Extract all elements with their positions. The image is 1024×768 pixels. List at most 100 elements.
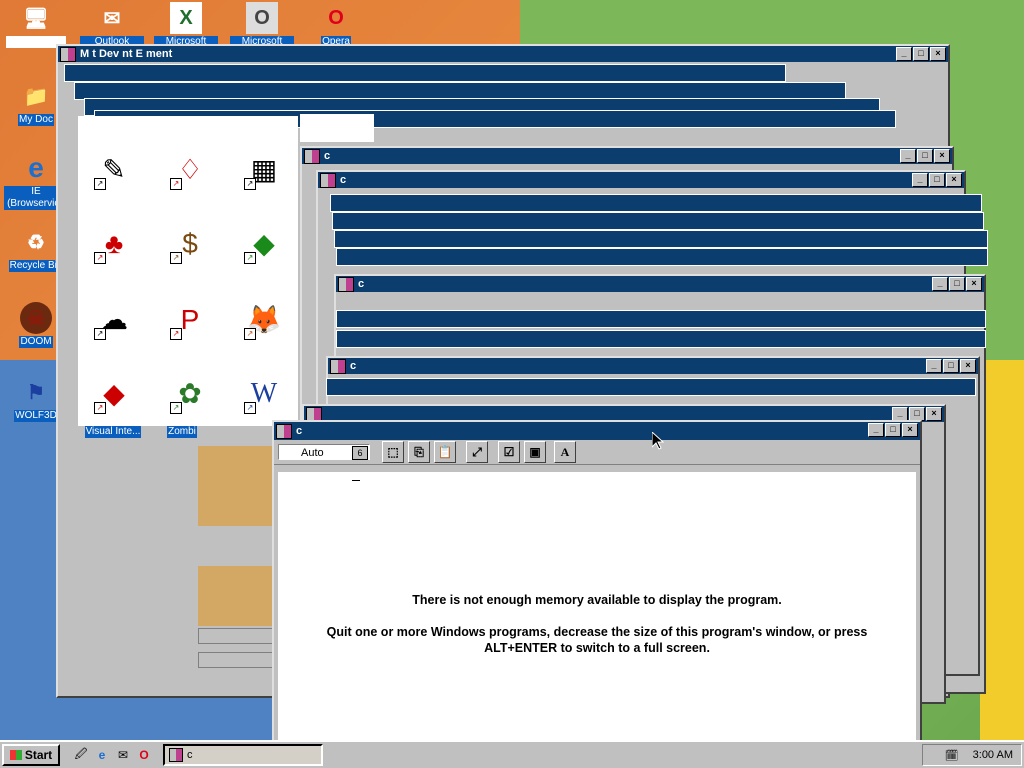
money-bag-shortcut-icon[interactable]: $ ↗ <box>170 224 210 264</box>
taskbar-button-label: c <box>187 749 193 761</box>
message-line-2: Quit one or more Windows programs, decre… <box>326 625 868 655</box>
stacked-window-titlebar[interactable] <box>336 310 986 328</box>
taskbar: Start 🖉 e ✉ O c 🗓 3:00 AM <box>0 740 1024 768</box>
properties-icon[interactable]: ☑ <box>498 441 520 463</box>
window-title: c <box>350 360 357 372</box>
notepad-shortcut-icon[interactable]: ✎ ↗ <box>94 150 134 190</box>
panel <box>198 566 274 626</box>
maximize-button[interactable]: □ <box>943 359 959 373</box>
maximize-button[interactable]: □ <box>913 47 929 61</box>
dos-toolbar: Auto 6 ⬚ ⎘ 📋 ⤢ ☑ ▣ A <box>274 440 920 465</box>
minimize-button[interactable]: _ <box>932 277 948 291</box>
stacked-window-titlebar[interactable] <box>332 212 984 230</box>
dos-window-titlebar[interactable]: c _ □ × <box>274 422 920 440</box>
fox-shortcut-icon[interactable]: 🦊 ↗ <box>244 300 284 340</box>
desktop-icon-opera[interactable]: O Opera <box>304 2 368 48</box>
app-shortcut-icon[interactable]: ☁ ↗ <box>94 300 134 340</box>
stacked-window-titlebar[interactable] <box>334 230 988 248</box>
shortcut-arrow-icon: ↗ <box>94 328 106 340</box>
desktop-icon-label: My Doc <box>18 114 54 126</box>
shortcut-arrow-icon: ↗ <box>170 402 182 414</box>
dropdown-arrow-icon[interactable]: 6 <box>352 446 368 460</box>
app-shortcut-icon[interactable]: ◆ ↗ <box>244 224 284 264</box>
horizontal-scrollbar[interactable] <box>198 652 276 668</box>
memory-warning-message: There is not enough memory available to … <box>298 592 896 656</box>
opera-icon[interactable]: O <box>135 746 153 764</box>
desktop-icon-label: DOOM <box>19 336 53 348</box>
app-shortcut-icon[interactable]: ▦ ↗ <box>244 150 284 190</box>
maximize-button[interactable]: □ <box>909 407 925 421</box>
start-button[interactable]: Start <box>2 744 60 766</box>
close-button[interactable]: × <box>930 47 946 61</box>
app-shortcut-icon[interactable]: ♢ ↗ <box>170 150 210 190</box>
close-button[interactable]: × <box>946 173 962 187</box>
outlook-express-icon[interactable]: ✉ <box>114 746 132 764</box>
desktop-icon-label: Visual Inte... <box>84 426 142 438</box>
minimize-button[interactable]: _ <box>912 173 928 187</box>
close-button[interactable]: × <box>934 149 950 163</box>
app-icon <box>330 358 346 374</box>
horizontal-scrollbar[interactable] <box>198 628 276 644</box>
shortcut-arrow-icon: ↗ <box>170 328 182 340</box>
background-icon[interactable]: ▣ <box>524 441 546 463</box>
app-shortcut-icon[interactable]: P ↗ <box>170 300 210 340</box>
dos-window[interactable]: c _ □ × Auto 6 ⬚ ⎘ 📋 ⤢ ☑ ▣ A There is no… <box>272 420 922 740</box>
app-shortcut-icon[interactable]: ♣ ↗ <box>94 224 134 264</box>
minimize-button[interactable]: _ <box>926 359 942 373</box>
minimize-button[interactable]: _ <box>892 407 908 421</box>
outlook-express-icon: ✉ <box>103 7 121 30</box>
desktop-icon-visual-inte[interactable]: Visual Inte... <box>78 424 148 438</box>
shortcut-arrow-icon: ↗ <box>94 402 106 414</box>
background-window-titlebar[interactable]: M t Dev nt E ment _ □ × <box>58 46 948 62</box>
app-icon <box>60 46 76 62</box>
app-icon <box>320 172 336 188</box>
full-screen-icon[interactable]: ⤢ <box>466 441 488 463</box>
font-icon[interactable]: A <box>554 441 576 463</box>
minimize-button[interactable]: _ <box>896 47 912 61</box>
shortcut-arrow-icon: ↗ <box>244 178 256 190</box>
stacked-window-titlebar[interactable] <box>336 330 986 348</box>
word-shortcut-icon[interactable]: W ↗ <box>244 374 284 414</box>
close-button[interactable]: × <box>960 359 976 373</box>
recycle-bin-icon: ♻ <box>27 231 45 254</box>
taskbar-button-dos[interactable]: c <box>163 744 323 766</box>
folder-icon: 📁 <box>23 85 49 108</box>
app-shortcut-icon[interactable]: ◆ ↗ <box>94 374 134 414</box>
maximize-button[interactable]: □ <box>949 277 965 291</box>
clock[interactable]: 3:00 AM <box>973 749 1013 761</box>
internet-explorer-icon[interactable]: e <box>93 746 111 764</box>
wallpaper-yellow <box>980 360 1024 740</box>
wolf3d-icon: ⚑ <box>27 381 45 404</box>
blank-label-box <box>300 114 374 142</box>
minimize-button[interactable]: _ <box>900 149 916 163</box>
shortcut-arrow-icon: ↗ <box>244 328 256 340</box>
maximize-button[interactable]: □ <box>885 423 901 437</box>
shortcut-arrow-icon: ↗ <box>244 252 256 264</box>
stacked-window-titlebar[interactable] <box>326 378 976 396</box>
paste-icon[interactable]: 📋 <box>434 441 456 463</box>
doom-icon: ☠ <box>20 302 52 334</box>
panel <box>198 446 274 526</box>
stacked-window-titlebar[interactable] <box>64 64 786 82</box>
stacked-window-titlebar[interactable] <box>336 248 988 266</box>
close-button[interactable]: × <box>966 277 982 291</box>
desktop-icon-zombi[interactable]: Zombi <box>160 424 204 438</box>
dos-client-area[interactable]: There is not enough memory available to … <box>278 472 916 740</box>
scheduler-icon[interactable]: 🗓 <box>945 749 959 762</box>
minimize-button[interactable]: _ <box>868 423 884 437</box>
close-button[interactable]: × <box>926 407 942 421</box>
shortcut-arrow-icon: ↗ <box>244 402 256 414</box>
ms-dos-icon <box>276 423 292 439</box>
internet-explorer-icon: e <box>28 152 44 183</box>
maximize-button[interactable]: □ <box>917 149 933 163</box>
font-size-select[interactable]: Auto 6 <box>278 444 370 460</box>
mark-icon[interactable]: ⬚ <box>382 441 404 463</box>
app-shortcut-icon[interactable]: ✿ ↗ <box>170 374 210 414</box>
show-desktop-icon[interactable]: 🖉 <box>72 746 90 764</box>
window-title: M t Dev nt E ment <box>80 48 173 60</box>
close-button[interactable]: × <box>902 423 918 437</box>
stacked-window-titlebar[interactable] <box>330 194 982 212</box>
shortcut-arrow-icon: ↗ <box>170 252 182 264</box>
copy-icon[interactable]: ⎘ <box>408 441 430 463</box>
maximize-button[interactable]: □ <box>929 173 945 187</box>
